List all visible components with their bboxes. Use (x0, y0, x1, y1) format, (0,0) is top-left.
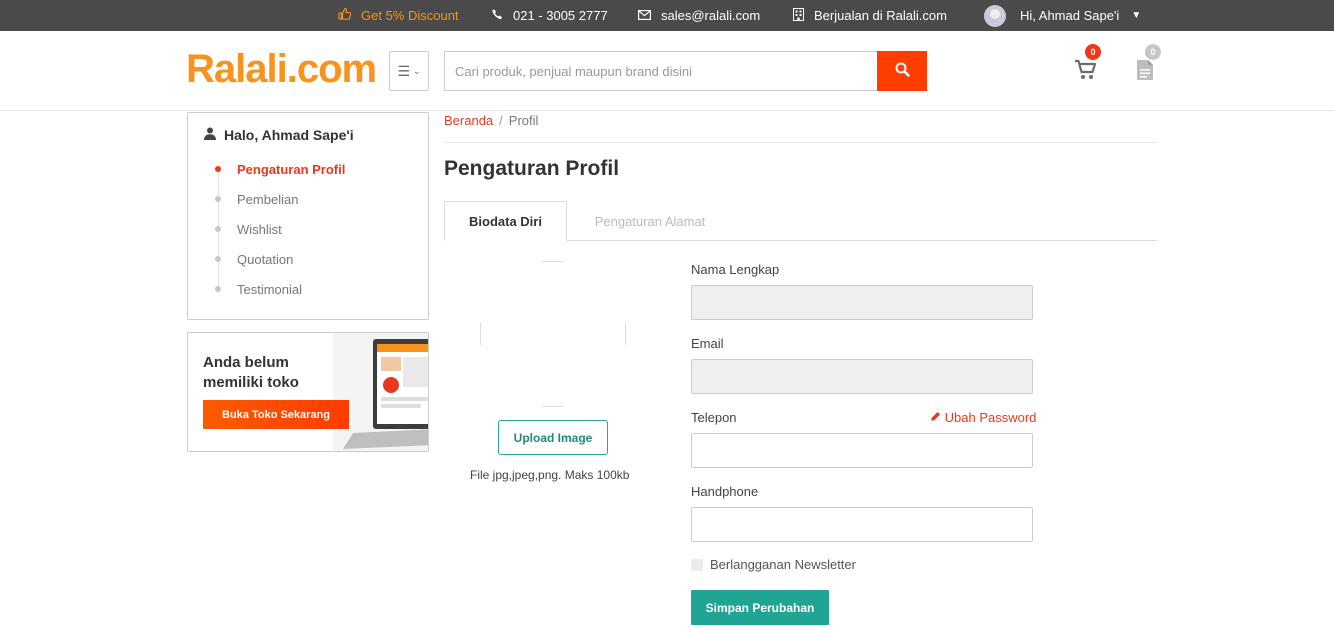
open-store-banner: Anda belum memiliki toko Buka Toko Sekar… (187, 332, 429, 452)
phone-icon (492, 9, 503, 23)
sidebar-item-label: Wishlist (237, 221, 282, 237)
sidebar-item-pembelian[interactable]: Pembelian (213, 184, 345, 214)
phone-label: Telepon (691, 410, 737, 425)
sidebar-item-label: Pengaturan Profil (237, 161, 346, 177)
newsletter-checkbox[interactable] (691, 558, 703, 571)
bullet-dot (215, 286, 221, 292)
sidebar-greeting: Halo, Ahmad Sape'i (204, 127, 354, 143)
page-title: Pengaturan Profil (444, 157, 620, 180)
breadcrumb: Beranda / Profil (444, 113, 538, 128)
breadcrumb-current: Profil (508, 113, 539, 128)
site-logo[interactable]: Ralali.com (186, 47, 377, 92)
tab-pengaturan-alamat[interactable]: Pengaturan Alamat (567, 201, 733, 241)
caret-down-icon: ▼ (1131, 10, 1142, 21)
header: Ralali.com ☰ ⌄ (0, 31, 1334, 111)
phone-contact[interactable]: 021 - 3005 2777 (492, 0, 608, 31)
banner-title: Anda belum memiliki toko (203, 354, 299, 391)
bullet-dot (215, 166, 221, 172)
handphone-label: Handphone (691, 484, 759, 499)
category-menu-button[interactable]: ☰ ⌄ (389, 51, 429, 91)
handphone-field[interactable] (691, 507, 1033, 542)
discount-link[interactable]: Get 5% Discount (338, 0, 459, 31)
bullet-dot (215, 256, 221, 262)
sidebar-menu: Pengaturan Profil Pembelian Wishlist Quo… (213, 154, 345, 304)
sidebar-item-wishlist[interactable]: Wishlist (213, 214, 345, 244)
quotation-button[interactable] (1136, 59, 1154, 86)
bullet-dot (215, 196, 221, 202)
sidebar-item-label: Testimonial (237, 281, 303, 297)
user-menu[interactable]: Hi, Ahmad Sape'i ▼ (984, 0, 1141, 31)
upload-image-button[interactable]: Upload Image (498, 420, 608, 455)
change-password-link[interactable]: Ubah Password (930, 410, 1036, 425)
full-name-field[interactable] (691, 285, 1033, 320)
user-greeting: Hi, Ahmad Sape'i (1020, 8, 1120, 23)
top-bar: Get 5% Discount 021 - 3005 2777 sales@ra… (0, 0, 1334, 31)
user-icon (204, 127, 216, 143)
save-changes-button[interactable]: Simpan Perubahan (691, 590, 829, 625)
thumbs-up-icon (338, 7, 352, 23)
search-icon (895, 62, 910, 80)
sell-text: Berjualan di Ralali.com (814, 8, 947, 23)
document-icon (1136, 60, 1154, 85)
quotation-count-badge: 0 (1145, 44, 1161, 60)
bullet-dot (215, 226, 221, 232)
cart-button[interactable] (1074, 59, 1100, 83)
store-icon (793, 7, 804, 24)
avatar (984, 4, 1006, 27)
pencil-icon (930, 410, 945, 425)
profile-photo-placeholder (480, 261, 626, 407)
divider (444, 142, 1157, 143)
email-contact[interactable]: sales@ralali.com (638, 0, 760, 31)
sidebar-item-testimonial[interactable]: Testimonial (213, 274, 345, 304)
greeting-text: Halo, Ahmad Sape'i (224, 127, 354, 143)
breadcrumb-home-link[interactable]: Beranda (444, 113, 493, 128)
cart-count-badge: 0 (1085, 44, 1101, 60)
change-password-text: Ubah Password (944, 410, 1037, 425)
sidebar-item-label: Quotation (237, 251, 294, 267)
tab-biodata-diri[interactable]: Biodata Diri (444, 201, 567, 241)
envelope-icon (638, 9, 652, 23)
sidebar-item-pengaturan-profil[interactable]: Pengaturan Profil (213, 154, 345, 184)
cart-icon (1074, 59, 1098, 85)
search-input[interactable] (444, 51, 878, 91)
hamburger-icon: ☰ (397, 62, 410, 79)
email-field[interactable] (691, 359, 1033, 394)
newsletter-label: Berlangganan Newsletter (710, 557, 856, 572)
sell-link[interactable]: Berjualan di Ralali.com (793, 0, 947, 31)
open-store-button[interactable]: Buka Toko Sekarang (203, 400, 349, 429)
telephone-field[interactable] (691, 433, 1033, 468)
chevron-down-icon: ⌄ (413, 65, 421, 76)
laptop-illustration (333, 333, 428, 451)
phone-number: 021 - 3005 2777 (513, 8, 608, 23)
breadcrumb-separator: / (499, 113, 503, 128)
email-label: Email (691, 336, 724, 351)
newsletter-option: Berlangganan Newsletter (691, 557, 856, 572)
name-label: Nama Lengkap (691, 262, 780, 277)
upload-hint: File jpg,jpeg,png. Maks 100kb (470, 468, 630, 482)
sidebar-item-quotation[interactable]: Quotation (213, 244, 345, 274)
discount-text: Get 5% Discount (361, 8, 459, 23)
sidebar-item-label: Pembelian (237, 191, 299, 207)
search-button[interactable] (877, 51, 927, 91)
email-address: sales@ralali.com (661, 8, 761, 23)
